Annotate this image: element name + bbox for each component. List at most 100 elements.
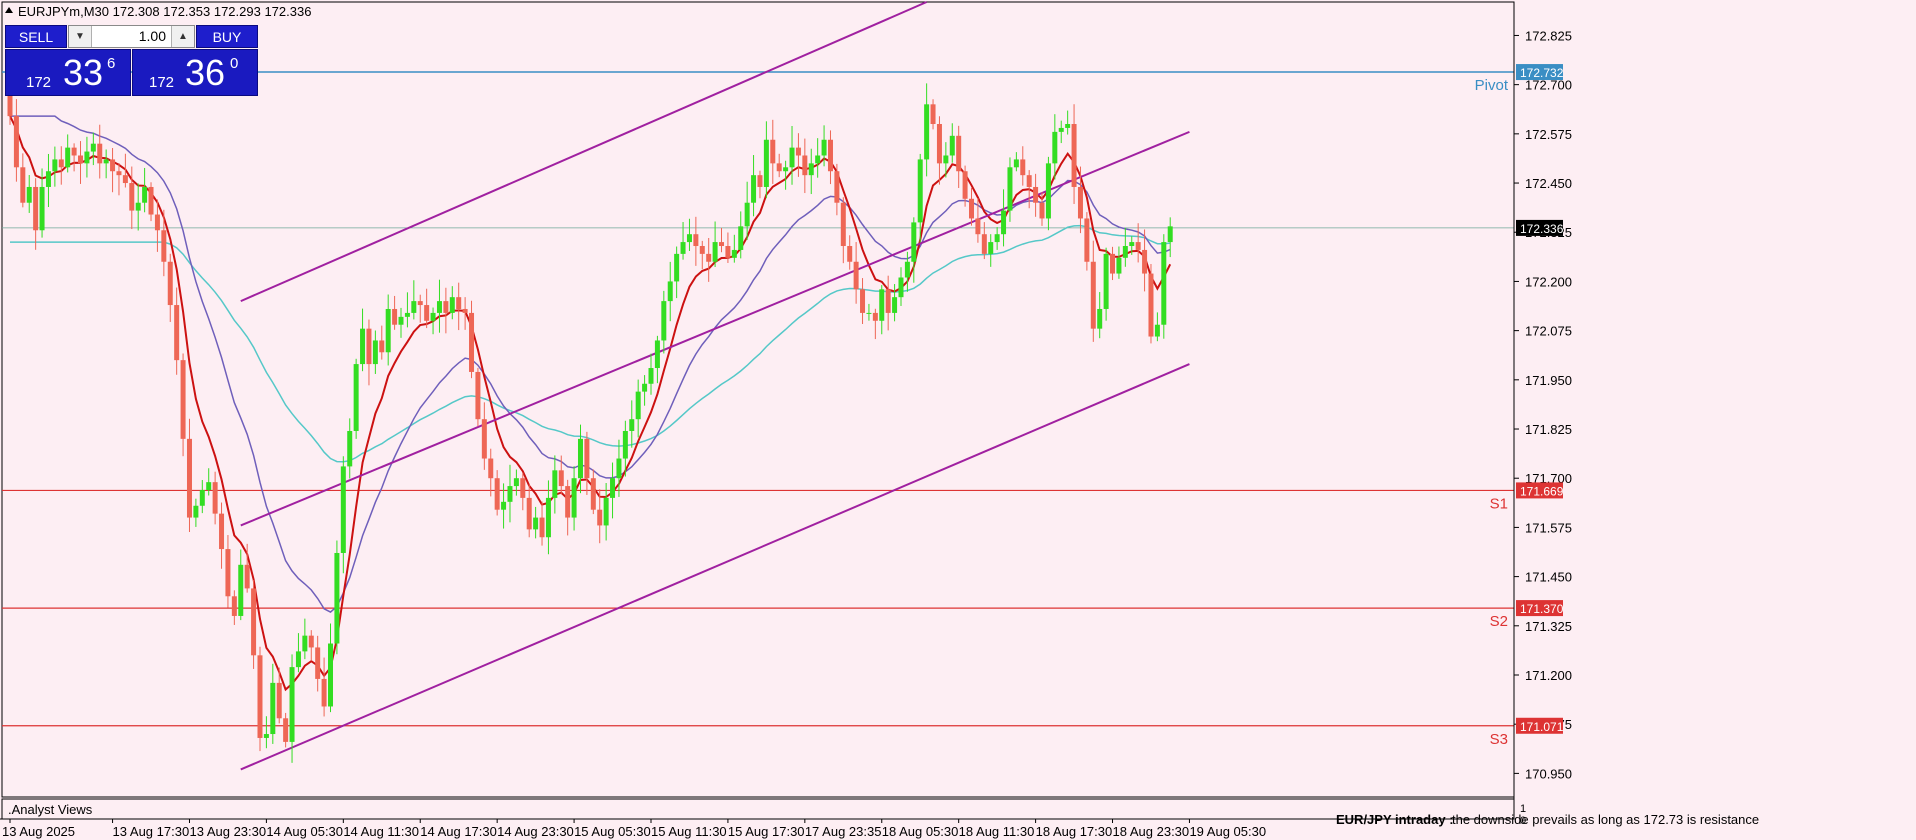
candle-body	[802, 155, 808, 176]
buy-button[interactable]: BUY	[196, 25, 258, 48]
candle-body	[930, 104, 936, 125]
buy-price-button[interactable]: 172 36 0	[132, 49, 258, 96]
candle-body	[385, 308, 391, 353]
candle-body	[603, 497, 609, 526]
lot-increase-icon[interactable]: ▲	[171, 26, 194, 47]
candle-body	[911, 222, 917, 262]
time-tick-label: 15 Aug 11:30	[651, 824, 727, 839]
candle-body	[904, 261, 910, 278]
candle-body	[994, 234, 1000, 243]
sell-price-main: 33	[63, 52, 104, 93]
candle-body	[84, 151, 90, 164]
time-tick-label: 18 Aug 11:30	[959, 824, 1035, 839]
candle-body	[1026, 175, 1032, 187]
candle-body	[969, 198, 974, 219]
time-tick-label: 17 Aug 23:35	[805, 824, 882, 839]
candle-body	[71, 147, 77, 156]
candle	[353, 358, 359, 439]
buy-price-main: 36	[185, 52, 226, 93]
candle-body	[321, 678, 327, 707]
candle-body	[892, 297, 898, 313]
lot-size-value[interactable]: 1.00	[93, 26, 170, 47]
candle-body	[590, 478, 596, 510]
candle-body	[533, 517, 539, 530]
time-tick-label: 19 Aug 05:30	[1189, 824, 1266, 839]
candle-body	[212, 482, 218, 514]
candle-body	[289, 667, 295, 742]
time-tick-label: 15 Aug 05:30	[574, 824, 651, 839]
current-price-tag-text: 172.336	[1520, 222, 1564, 236]
candle-body	[334, 552, 340, 644]
candle-body	[379, 340, 385, 353]
candle-body	[13, 116, 19, 168]
lot-size-field[interactable]: ▼ 1.00 ▲	[68, 25, 195, 48]
candle-body	[751, 175, 757, 203]
price-tick-label: 172.450	[1525, 176, 1572, 191]
candle-body	[65, 147, 71, 168]
candle-body	[783, 167, 789, 172]
candle-body	[1129, 242, 1135, 247]
analyst-note-title: EUR/JPY intraday :	[1336, 812, 1454, 827]
time-tick-label: 14 Aug 23:30	[497, 824, 574, 839]
candle-body	[199, 490, 205, 506]
candle-body	[924, 104, 930, 160]
candle-body	[475, 371, 481, 420]
candle-body	[340, 466, 346, 553]
candle-body	[392, 308, 398, 325]
s1-text-label: S1	[1490, 495, 1508, 512]
candle-body	[263, 734, 269, 738]
candle-body	[238, 564, 244, 616]
candle-body	[315, 647, 321, 679]
candle-body	[821, 139, 827, 156]
candle-body	[635, 391, 641, 420]
candle-body	[347, 430, 353, 467]
price-tick-label: 171.325	[1525, 619, 1572, 634]
candle-body	[1007, 167, 1013, 211]
time-tick-label: 14 Aug 11:30	[343, 824, 419, 839]
sell-button[interactable]: SELL	[5, 25, 67, 48]
candle-body	[78, 155, 84, 164]
candle-body	[206, 482, 212, 491]
candle	[334, 540, 340, 655]
candle-body	[693, 234, 699, 247]
candle-body	[231, 596, 237, 616]
candle-body	[763, 139, 769, 187]
candle	[1148, 264, 1154, 344]
sell-price-fraction: 6	[107, 55, 116, 72]
candle-body	[860, 289, 866, 313]
candle-body	[866, 312, 872, 314]
time-tick-label: 14 Aug 17:30	[420, 824, 497, 839]
candle-body	[52, 159, 58, 172]
candle-body	[148, 186, 154, 215]
price-tick-label: 172.575	[1525, 127, 1572, 142]
candle-body	[706, 253, 712, 262]
chart-canvas[interactable]: PivotS1S2S3 172.825172.700172.575172.450…	[0, 0, 1916, 840]
candle-body	[167, 261, 173, 306]
lot-decrease-icon[interactable]: ▼	[69, 26, 92, 47]
candle-body	[430, 312, 436, 321]
candle-body	[225, 549, 231, 597]
candle-body	[58, 159, 64, 168]
candle-body	[725, 246, 731, 258]
analyst-views-tab[interactable]: .Analyst Views	[8, 802, 93, 817]
candle-body	[1154, 324, 1160, 337]
candle-body	[462, 308, 468, 313]
candle-body	[1071, 124, 1077, 187]
candle-body	[1039, 202, 1045, 219]
price-tick-label: 172.075	[1525, 324, 1572, 339]
candle-body	[488, 458, 494, 479]
candle-body	[1142, 249, 1148, 274]
candle-body	[539, 517, 545, 538]
candle-body	[1097, 308, 1103, 329]
candle-body	[1020, 159, 1026, 176]
candle-body	[469, 312, 475, 372]
candle-body	[283, 718, 289, 742]
candle-body	[962, 171, 968, 199]
candle-body	[840, 202, 846, 247]
candle-body	[808, 163, 814, 176]
candle-body	[1110, 253, 1116, 274]
candle-body	[308, 635, 314, 648]
candle-body	[686, 234, 692, 243]
sell-price-button[interactable]: 172 33 6	[5, 49, 131, 96]
candle-body	[956, 135, 962, 172]
